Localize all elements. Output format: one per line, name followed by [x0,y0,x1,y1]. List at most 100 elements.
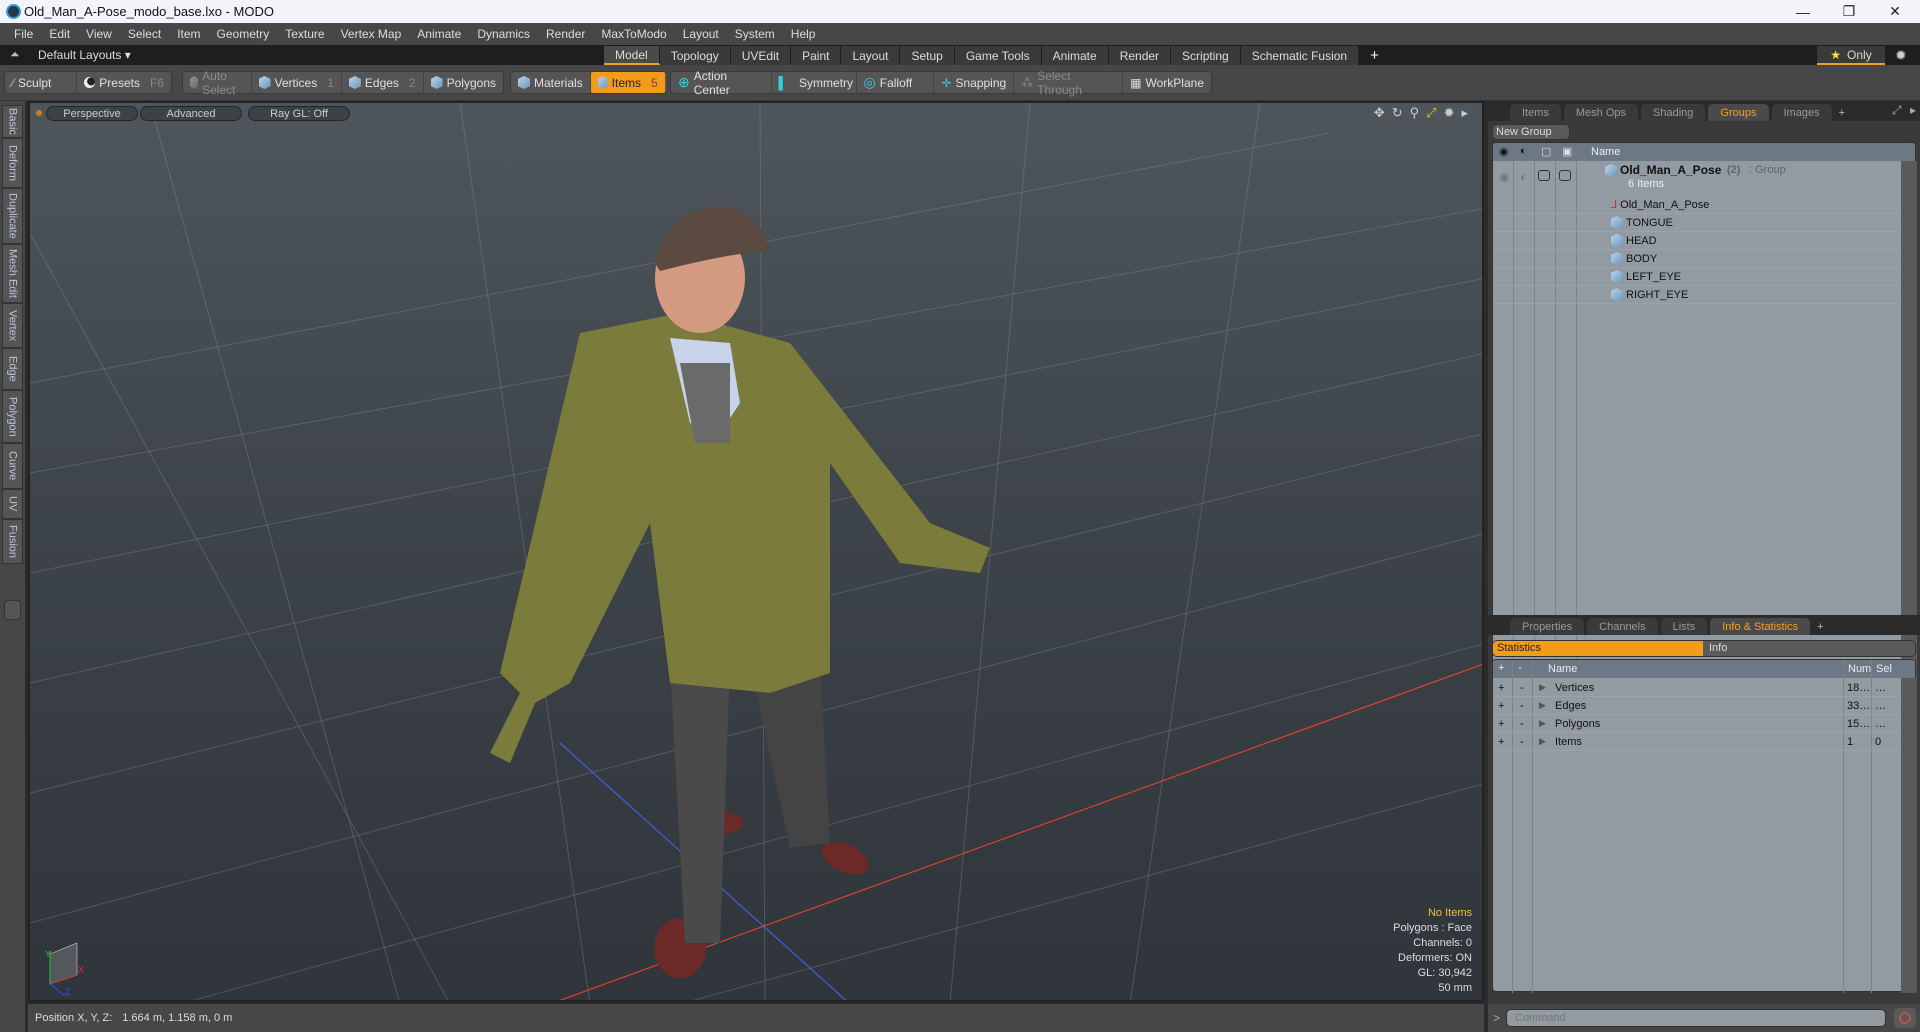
tab-schematic-fusion[interactable]: Schematic Fusion [1240,46,1360,65]
menu-system[interactable]: System [727,27,783,41]
name-column-header[interactable]: Name [1591,146,1620,158]
statistics-scrollbar[interactable] [1901,678,1917,993]
rotate-icon[interactable]: ↻ [1392,105,1403,121]
group-row[interactable]: ◉ ◐ Old_Man_A_Pose (2) : Group 6 Items [1493,161,1901,195]
stat-row-polygons[interactable]: + - ▶ Polygons 15… … [1493,715,1901,733]
subtab-statistics[interactable]: Statistics [1493,641,1703,656]
maximize-viewport-icon[interactable]: ⤢ [1426,105,1436,121]
maximize-button[interactable]: ❐ [1826,0,1872,23]
stat-row-vertices[interactable]: + - ▶ Vertices 18… … [1493,679,1901,697]
menu-layout[interactable]: Layout [675,27,727,41]
tab-topology[interactable]: Topology [659,46,731,65]
vtab-edge[interactable]: Edge [2,348,23,390]
menu-select[interactable]: Select [120,27,169,41]
old-man-model[interactable] [490,207,990,978]
viewport-menu-icon[interactable] [36,110,42,116]
tab-uvedit[interactable]: UVEdit [730,46,792,65]
tab-shading[interactable]: Shading [1641,104,1706,121]
tab-lists[interactable]: Lists [1660,618,1708,635]
tree-item[interactable]: ⅃ Old_Man_A_Pose [1493,196,1901,214]
tab-render[interactable]: Render [1108,46,1172,65]
tab-channels[interactable]: Channels [1587,618,1658,635]
tab-game-tools[interactable]: Game Tools [954,46,1042,65]
pan-icon[interactable]: ✥ [1374,105,1385,121]
tab-animate[interactable]: Animate [1041,46,1109,65]
select-through-button[interactable]: ⁂ Select Through [1014,69,1124,97]
panel-arrow-icon[interactable]: ▸ [1910,103,1916,117]
vtab-mesh-edit[interactable]: Mesh Edit [2,244,23,303]
name-header[interactable]: Name [1548,663,1577,675]
vtab-curve[interactable]: Curve [2,443,23,489]
expand-arrow-icon[interactable]: ▶ [1539,700,1546,711]
expand-arrow-icon[interactable]: ▶ [1539,682,1546,693]
edges-button[interactable]: Edges 2 [342,72,424,93]
add-tab-button[interactable]: + [1359,46,1391,65]
view-mode-dropdown[interactable]: Perspective [46,106,138,121]
tree-item[interactable]: RIGHT_EYE [1493,286,1901,304]
falloff-button[interactable]: ◎ Falloff [857,72,935,93]
menu-item[interactable]: Item [169,27,208,41]
expand-all-header[interactable]: + [1498,662,1504,674]
stat-row-items[interactable]: + - ▶ Items 1 0 [1493,733,1901,751]
menu-help[interactable]: Help [783,27,824,41]
tab-setup[interactable]: Setup [900,46,955,65]
expand-arrow-icon[interactable]: ▶ [1539,718,1546,729]
polygons-button[interactable]: Polygons [424,72,503,93]
toolbox-toggle-button[interactable] [4,600,21,620]
panel-expand-icon[interactable]: ⤢ [1892,103,1902,118]
tab-items[interactable]: Items [1510,104,1561,121]
tab-mesh-ops[interactable]: Mesh Ops [1563,104,1639,121]
action-center-button[interactable]: ⊕ Action Center [671,69,772,97]
viewport-expand-arrow-icon[interactable]: ▸ [1461,105,1468,121]
tab-scripting[interactable]: Scripting [1171,46,1241,65]
group-render-icon[interactable]: ◐ [1520,170,1527,184]
zoom-icon[interactable]: ⚲ [1410,105,1420,121]
snapping-button[interactable]: ✛ Snapping [934,72,1015,93]
presets-button[interactable]: Presets F6 [77,72,171,93]
vtab-deform[interactable]: Deform [2,138,23,188]
add-info-tab-button[interactable]: + [1813,618,1827,635]
menu-view[interactable]: View [78,27,120,41]
items-button[interactable]: Items 5 [590,72,665,93]
select-column-icon[interactable]: ▣ [1562,145,1572,158]
menu-dynamics[interactable]: Dynamics [469,27,538,41]
close-button[interactable]: ✕ [1872,0,1918,23]
viewport-settings-icon[interactable]: ✹ [1444,105,1455,121]
only-toggle[interactable]: ★ Only [1817,46,1885,65]
num-header[interactable]: Num [1848,663,1871,675]
vtab-polygon[interactable]: Polygon [2,390,23,443]
collapse-all-header[interactable]: - [1518,662,1522,674]
new-group-button[interactable]: New Group [1492,124,1570,140]
minimize-button[interactable]: — [1780,0,1826,23]
tree-item[interactable]: HEAD [1493,232,1901,250]
default-layouts-dropdown[interactable]: Default Layouts ▾ [38,48,131,62]
visibility-column-icon[interactable]: ◉ [1499,145,1509,158]
symmetry-button[interactable]: ▌ Symmetry [772,72,857,93]
raygl-dropdown[interactable]: Ray GL: Off [248,106,350,121]
vtab-uv[interactable]: UV [2,489,23,519]
subtab-info[interactable]: Info [1703,641,1727,656]
gear-icon[interactable]: ✹ [1895,47,1907,64]
lock-column-icon[interactable]: ▢ [1541,145,1551,158]
menu-edit[interactable]: Edit [41,27,78,41]
vtab-duplicate[interactable]: Duplicate [2,188,23,244]
command-input[interactable] [1506,1009,1886,1027]
group-lock-toggle[interactable] [1538,170,1550,181]
render-column-icon[interactable]: ◐ [1520,145,1527,157]
materials-button[interactable]: Materials [511,72,591,93]
tab-layout[interactable]: Layout [841,46,901,65]
record-button[interactable] [1894,1008,1916,1028]
tab-properties[interactable]: Properties [1510,618,1585,635]
tab-model[interactable]: Model [604,46,660,65]
group-visibility-icon[interactable]: ◉ [1499,170,1509,184]
3d-viewport[interactable]: Y X Z Perspective Advanced Ray GL: Off ✥… [28,101,1484,1002]
sculpt-button[interactable]: ⁄ Sculpt [5,72,78,93]
menu-animate[interactable]: Animate [409,27,469,41]
vtab-fusion[interactable]: Fusion [2,519,23,564]
workplane-button[interactable]: ▦ WorkPlane [1123,72,1211,93]
shading-dropdown[interactable]: Advanced [140,106,242,121]
group-select-toggle[interactable] [1559,170,1571,181]
collapse-up-icon[interactable]: ⏶ [10,47,20,62]
vtab-basic[interactable]: Basic [2,105,23,138]
tab-paint[interactable]: Paint [791,46,842,65]
